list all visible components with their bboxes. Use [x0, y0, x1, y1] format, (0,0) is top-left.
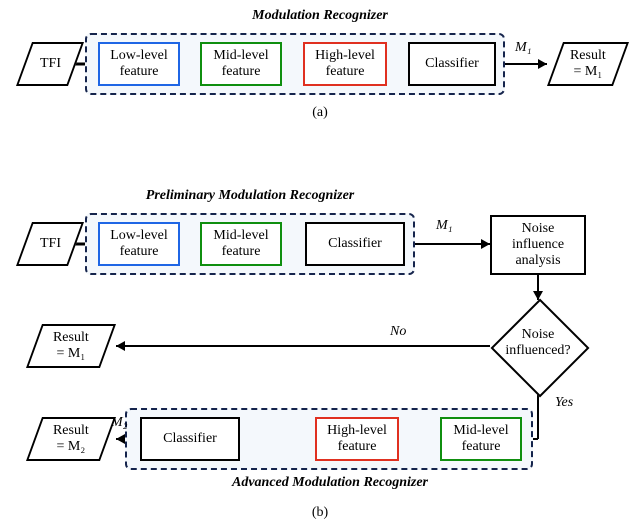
title-b-adv: Advanced Modulation Recognizer [120, 475, 540, 491]
result-m1-label: Result = M₁ [53, 330, 89, 362]
result-m2-label: Result = M₂ [53, 423, 89, 455]
title-a: Modulation Recognizer [0, 8, 640, 24]
high-b: High-level feature [315, 417, 399, 461]
m1-label-a: M₁ [515, 40, 532, 56]
input-b-label: TFI [40, 236, 61, 252]
decision-label: Noise influenced? [493, 327, 583, 359]
result-m2: Result = M₂ [26, 417, 116, 461]
input-a: TFI [16, 42, 84, 86]
caption-b: (b) [0, 505, 640, 521]
mid-b: Mid-level feature [200, 222, 282, 266]
yes-label: Yes [555, 395, 573, 411]
low-a: Low-level feature [98, 42, 180, 86]
diagram: Modulation Recognizer TFI Low-level feat… [0, 0, 640, 531]
mid2-b: Mid-level feature [440, 417, 522, 461]
input-b: TFI [16, 222, 84, 266]
high-a: High-level feature [303, 42, 387, 86]
mid-a: Mid-level feature [200, 42, 282, 86]
m1-label-b: M₁ [436, 218, 453, 234]
classifier2-b: Classifier [140, 417, 240, 461]
m2-label-b: M₂ [111, 415, 128, 431]
noise-analysis: Noise influence analysis [490, 215, 586, 275]
caption-a: (a) [0, 105, 640, 121]
result-m1: Result = M₁ [26, 324, 116, 368]
input-a-label: TFI [40, 56, 61, 72]
no-label: No [390, 324, 406, 340]
classifier-a: Classifier [408, 42, 496, 86]
title-b-pre: Preliminary Modulation Recognizer [0, 188, 500, 204]
result-a: Result = M₁ [547, 42, 629, 86]
low-b: Low-level feature [98, 222, 180, 266]
classifier-b: Classifier [305, 222, 405, 266]
result-a-label: Result = M₁ [570, 48, 606, 80]
